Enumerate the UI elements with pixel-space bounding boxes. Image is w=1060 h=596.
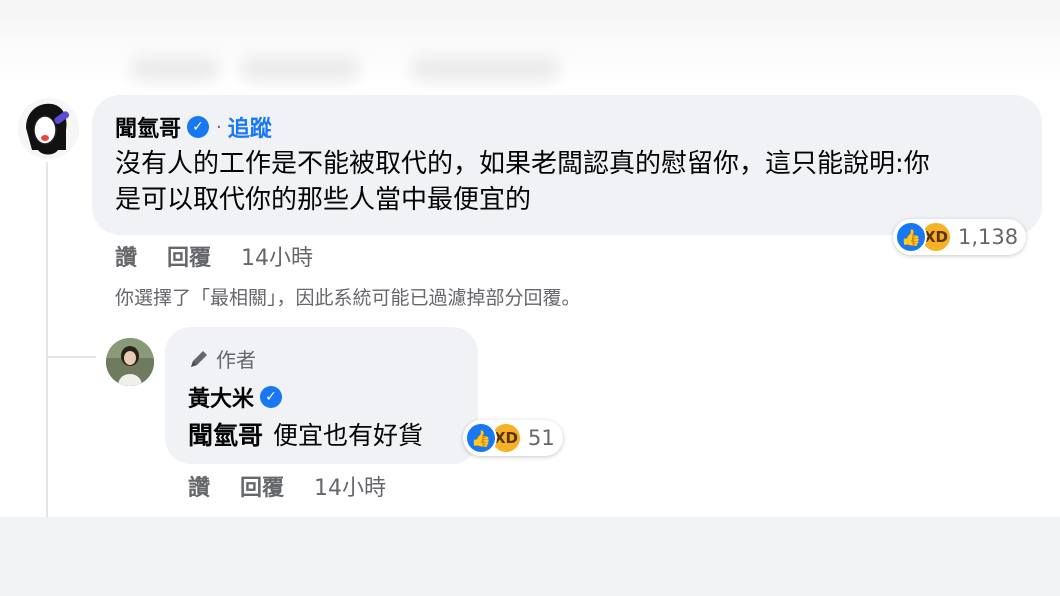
follow-button[interactable]: 追蹤 (228, 111, 272, 143)
like-button[interactable]: 讚 (115, 240, 137, 272)
mention-link[interactable]: 聞氫哥 (188, 421, 263, 450)
comment-text: 沒有人的工作是不能被取代的，如果老闆認真的慰留你，這只能說明:你 是可以取代你的… (115, 146, 1030, 218)
reply-avatar-image (106, 338, 154, 386)
comment-text-line: 是可以取代你的那些人當中最便宜的 (115, 185, 532, 215)
reply-author-name[interactable]: 黃大米 (188, 381, 254, 413)
comment-header: 聞氫哥 ✓ · 追蹤 (115, 111, 272, 143)
reply-text-body: 便宜也有好貨 (273, 421, 424, 450)
author-badge-label: 作者 (216, 348, 256, 372)
reaction-count: 51 (528, 426, 555, 450)
reply-timestamp[interactable]: 14小時 (314, 470, 386, 502)
pen-icon (191, 350, 207, 367)
comment-actions: 讚 回覆 14小時 (115, 240, 313, 272)
comment-reactions[interactable]: 👍 XD 1,138 (893, 219, 1027, 255)
like-reaction-icon: 👍 (465, 422, 497, 454)
blur-smudge (130, 56, 220, 82)
like-button[interactable]: 讚 (188, 470, 210, 502)
verified-badge-icon: ✓ (187, 116, 210, 138)
reaction-count: 1,138 (958, 225, 1019, 249)
comment-author-name[interactable]: 聞氫哥 (115, 111, 181, 143)
thread-connector (46, 356, 96, 358)
reply-header: 黃大米 ✓ (188, 381, 283, 413)
reply-reactions[interactable]: 👍 XD 51 (463, 420, 563, 456)
commenter-avatar[interactable] (18, 98, 79, 159)
author-badge: 作者 (188, 344, 256, 373)
commenter-avatar-image (18, 98, 79, 159)
comment-timestamp[interactable]: 14小時 (241, 240, 313, 272)
like-reaction-icon: 👍 (895, 221, 927, 253)
filter-notice: 你選擇了「最相關」，因此系統可能已過濾掉部分回覆。 (115, 287, 581, 309)
verified-badge-icon: ✓ (260, 386, 283, 408)
separator-dot: · (216, 116, 222, 138)
reply-text: 聞氫哥 便宜也有好貨 (188, 416, 423, 452)
reply-actions: 讚 回覆 14小時 (188, 470, 386, 502)
blur-smudge (240, 56, 360, 82)
thread-line (46, 162, 48, 517)
reply-button[interactable]: 回覆 (167, 240, 211, 272)
footer-band (0, 517, 1060, 596)
reply-button[interactable]: 回覆 (240, 470, 284, 502)
blurred-header (0, 0, 1060, 84)
blur-smudge (410, 56, 560, 82)
comment-text-line: 沒有人的工作是不能被取代的，如果老闆認真的慰留你，這只能說明:你 (115, 149, 930, 179)
reply-author-avatar[interactable] (106, 338, 154, 386)
